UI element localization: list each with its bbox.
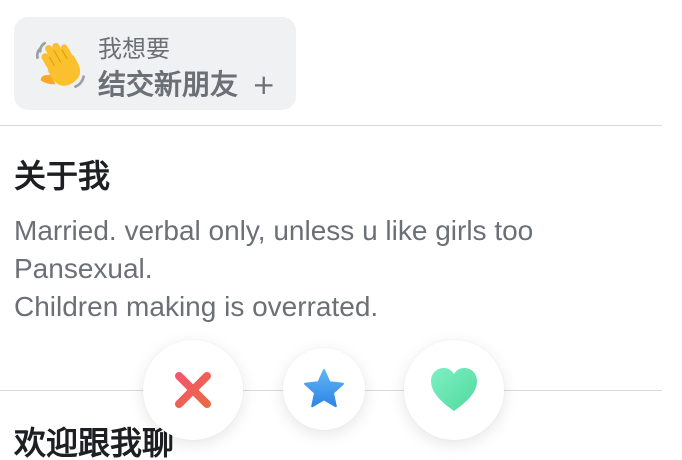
nope-button[interactable] <box>143 340 243 440</box>
intent-value-row: 结交新朋友 + <box>98 63 275 103</box>
super-like-button[interactable] <box>283 348 365 430</box>
bio-line: Married. verbal only, unless u like girl… <box>14 215 534 246</box>
bio-line: Children making is overrated. <box>14 291 379 322</box>
heart-icon <box>431 368 477 411</box>
relationship-intent-chip[interactable]: 我想要 结交新朋友 + <box>14 17 296 110</box>
intent-value: 结交新朋友 <box>98 68 239 101</box>
add-intent-icon[interactable]: + <box>252 68 275 101</box>
bio-text: Married. verbal only, unless u like girl… <box>14 212 654 326</box>
chat-prompt-title: 欢迎跟我聊 <box>14 424 175 460</box>
about-me-title: 关于我 <box>14 157 111 195</box>
waving-hand-icon <box>35 41 86 89</box>
profile-page: 我想要 结交新朋友 + 关于我 Married. verbal only, unl… <box>0 0 682 460</box>
section-divider <box>0 125 662 126</box>
close-x-icon <box>175 372 211 408</box>
star-icon <box>304 369 344 408</box>
like-button[interactable] <box>404 340 504 440</box>
bio-line: Pansexual. <box>14 253 153 284</box>
intent-label: 我想要 <box>98 35 170 63</box>
